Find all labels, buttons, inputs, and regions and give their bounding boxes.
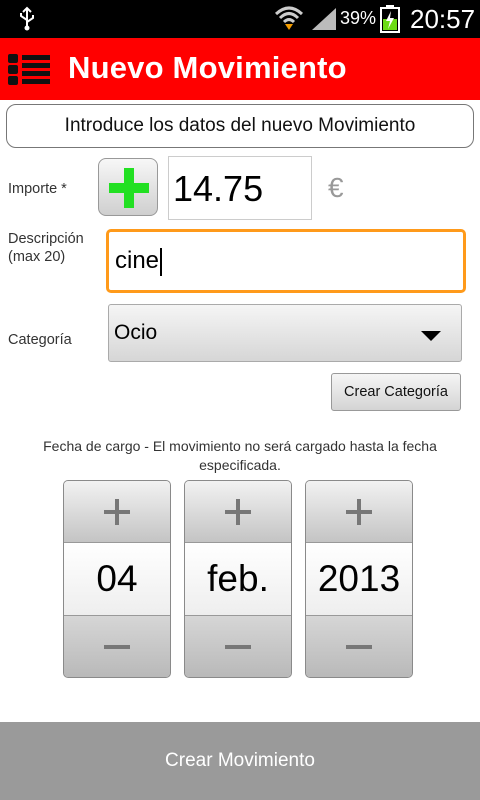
day-picker: 04 xyxy=(63,480,171,678)
minus-icon xyxy=(346,644,372,649)
plus-icon xyxy=(346,498,372,525)
categoria-label: Categoría xyxy=(8,332,72,348)
dropdown-arrow-icon xyxy=(421,331,441,341)
month-decrement-button[interactable] xyxy=(185,615,291,677)
plus-icon xyxy=(109,168,149,208)
status-bar: 39% 20:57 xyxy=(0,0,480,38)
add-amount-button[interactable] xyxy=(98,158,158,216)
create-movement-button[interactable]: Crear Movimiento xyxy=(0,722,480,800)
month-increment-button[interactable] xyxy=(185,481,291,543)
text-caret xyxy=(160,247,162,276)
signal-icon xyxy=(312,8,336,30)
month-picker: feb. xyxy=(184,480,292,678)
page-title: Nuevo Movimiento xyxy=(68,50,347,85)
year-value[interactable]: 2013 xyxy=(306,543,412,615)
battery-charging-icon xyxy=(380,5,400,33)
usb-icon xyxy=(20,6,34,31)
category-value: Ocio xyxy=(114,321,158,344)
action-bar: Nuevo Movimiento xyxy=(0,38,480,100)
minus-icon xyxy=(104,644,130,649)
plus-icon xyxy=(225,498,251,525)
minus-icon xyxy=(225,644,251,649)
importe-label: Importe * xyxy=(8,181,67,197)
category-select[interactable]: Ocio xyxy=(108,304,462,362)
year-increment-button[interactable] xyxy=(306,481,412,543)
wifi-icon xyxy=(274,6,304,30)
year-picker: 2013 xyxy=(305,480,413,678)
plus-icon xyxy=(104,498,130,525)
day-increment-button[interactable] xyxy=(64,481,170,543)
create-category-button[interactable]: Crear Categoría xyxy=(331,373,461,411)
description-value: cine xyxy=(115,247,160,274)
description-input[interactable]: cine xyxy=(106,229,466,293)
battery-percent: 39% xyxy=(340,8,377,28)
descripcion-label: Descripción xyxy=(8,231,84,247)
day-value[interactable]: 04 xyxy=(64,543,170,615)
date-note: Fecha de cargo - El movimiento no será c… xyxy=(43,438,437,473)
amount-input[interactable]: 14.75 xyxy=(168,156,312,220)
currency-symbol: € xyxy=(328,172,344,203)
day-decrement-button[interactable] xyxy=(64,615,170,677)
month-value[interactable]: feb. xyxy=(185,543,291,615)
year-decrement-button[interactable] xyxy=(306,615,412,677)
descripcion-max-label: (max 20) xyxy=(8,249,66,265)
intro-banner: Introduce los datos del nuevo Movimiento xyxy=(6,104,474,148)
clock: 20:57 xyxy=(410,4,476,34)
menu-list-icon[interactable] xyxy=(8,54,52,86)
